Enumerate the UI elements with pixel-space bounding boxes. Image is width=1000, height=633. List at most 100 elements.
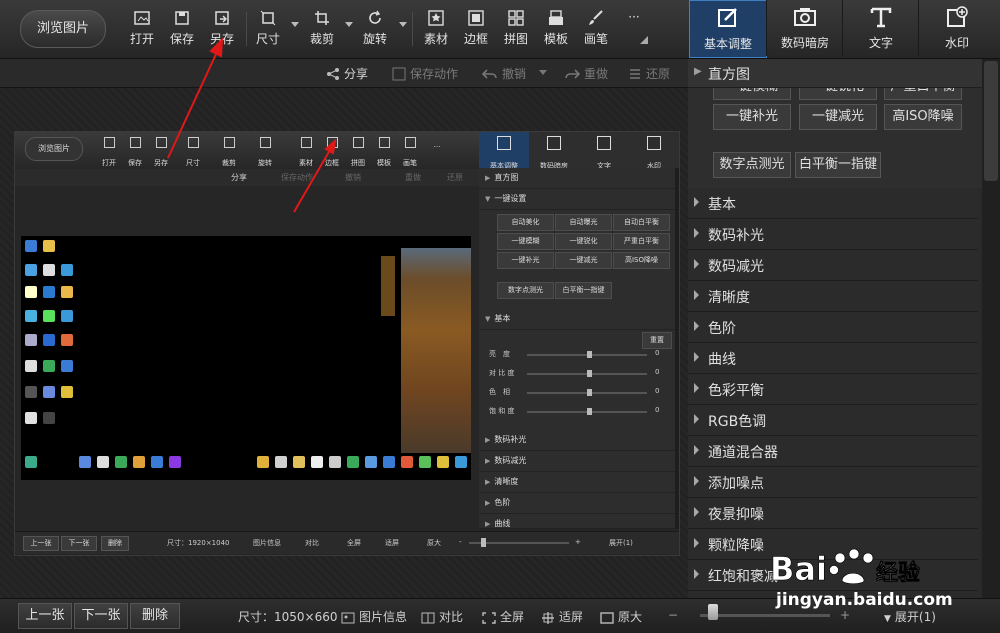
tab-text[interactable]: 文字 xyxy=(842,0,919,56)
inner-tool-open: 打开 xyxy=(97,137,121,169)
section-row[interactable]: 清晰度 xyxy=(688,281,978,312)
batch-save-icon xyxy=(392,67,406,81)
undo-button[interactable]: 撤销 xyxy=(481,65,526,82)
inner-tool-border: 边框 xyxy=(320,137,344,169)
tab-darkroom[interactable]: 数码暗房 xyxy=(766,0,843,56)
section-row[interactable]: 数码补光 xyxy=(688,219,978,250)
inner-blur: 一键模糊 xyxy=(497,233,554,250)
desktop-icon xyxy=(169,456,181,468)
inner-tool-crop: 裁剪 xyxy=(217,137,241,169)
rotate-button[interactable]: 旋转 xyxy=(358,8,392,52)
basic-adjust-icon xyxy=(497,136,511,150)
severe-wb-button[interactable]: 严重白平衡 xyxy=(884,88,962,100)
more-icon: ··· xyxy=(628,10,640,24)
inner-section-row: ▶ 色阶 xyxy=(479,493,675,514)
zoom-slider-knob[interactable] xyxy=(708,604,718,620)
inner-basic-row: ▼ 基本 xyxy=(479,309,675,330)
one-key-reduce-light-button[interactable]: 一键减光 xyxy=(799,104,877,130)
original-size-button[interactable]: 原大 xyxy=(600,608,642,625)
desktop-icon xyxy=(43,264,55,276)
inner-redo: 重做 xyxy=(405,173,421,182)
desktop-icon xyxy=(329,456,341,468)
compare-button[interactable]: 对比 xyxy=(421,608,463,625)
section-row[interactable]: RGB色调 xyxy=(688,405,978,436)
inner-auto-exposure: 自动曝光 xyxy=(555,214,612,231)
tab-watermark[interactable]: 水印 xyxy=(918,0,995,56)
panel-scrollbar[interactable] xyxy=(982,59,1000,598)
section-row[interactable]: 曲线 xyxy=(688,343,978,374)
desktop-icon xyxy=(25,386,37,398)
undo-dropdown-caret[interactable] xyxy=(539,70,547,75)
section-row[interactable]: 数码减光 xyxy=(688,250,978,281)
share-button[interactable]: 分享 xyxy=(326,65,368,82)
desktop-icon xyxy=(25,412,37,424)
material-button[interactable]: 素材 xyxy=(419,8,453,52)
open-button[interactable]: 打开 xyxy=(125,8,159,52)
inner-undo: 撤销 xyxy=(345,173,361,182)
next-image-button[interactable]: 下一张 xyxy=(74,603,128,629)
inner-slider-label: 对 比 度 xyxy=(489,369,515,377)
section-row[interactable]: 色彩平衡 xyxy=(688,374,978,405)
inner-slider-label: 饱 和 度 xyxy=(489,407,515,415)
delete-button[interactable]: 删除 xyxy=(130,603,180,629)
embedded-screenshot: 浏览图片 打开 保存 另存 尺寸 裁剪 旋转 素材 边框 拼图 模板 画笔 ··… xyxy=(14,131,680,556)
expand-arrow-icon xyxy=(694,228,699,238)
inner-tool-rotate: 旋转 xyxy=(253,137,277,169)
template-button[interactable]: 模板 xyxy=(539,8,573,52)
restore-icon xyxy=(630,69,640,79)
section-row[interactable]: 夜景抑噪 xyxy=(688,498,978,529)
collage-icon xyxy=(508,10,524,26)
brush-button[interactable]: 画笔 xyxy=(579,8,613,52)
inner-zoom-knob xyxy=(481,538,486,547)
inner-compare: 对比 xyxy=(305,539,319,547)
zoom-out-button[interactable]: − xyxy=(668,608,678,622)
inner-adjust-panel: ▶ 直方图 ▼ 一键设置 自动美化 自动曝光 自动白平衡 一键模糊 一键锐化 严重白… xyxy=(479,168,679,529)
one-key-fill-light-button[interactable]: 一键补光 xyxy=(713,104,791,130)
desktop-icon xyxy=(275,456,287,468)
histogram-section-header[interactable]: ▶ 直方图 xyxy=(688,59,988,88)
inner-tool-collage: 拼图 xyxy=(346,137,370,169)
restore-button[interactable]: 还原 xyxy=(628,65,670,82)
save-button[interactable]: 保存 xyxy=(165,8,199,52)
one-key-sharpen-button[interactable]: 一键锐化 xyxy=(799,88,877,100)
desktop-icon xyxy=(25,456,37,468)
inner-slider-knob xyxy=(587,408,592,415)
white-balance-one-click-button[interactable]: 白平衡一指键 xyxy=(795,152,881,178)
crop-button[interactable]: 裁剪 xyxy=(305,8,339,52)
image-info-button[interactable]: 图片信息 xyxy=(341,608,407,625)
desktop-icon xyxy=(133,456,145,468)
border-button[interactable]: 边框 xyxy=(459,8,493,52)
more-button[interactable]: ··· xyxy=(617,8,651,52)
batch-save-button[interactable]: 保存动作 xyxy=(392,65,458,82)
redo-button[interactable]: 重做 xyxy=(564,65,608,82)
expand-arrow-icon xyxy=(694,383,699,393)
border-icon xyxy=(468,10,484,26)
resize-dropdown-caret[interactable] xyxy=(291,22,299,27)
tab-basic-adjust[interactable]: 基本调整 xyxy=(689,0,767,58)
expand-corner-icon[interactable] xyxy=(640,36,648,44)
section-row[interactable]: 基本 xyxy=(688,188,978,219)
fullscreen-button[interactable]: 全屏 xyxy=(482,608,524,625)
browse-images-button[interactable]: 浏览图片 xyxy=(20,10,106,48)
inner-batch: 保存动作 xyxy=(281,173,313,182)
section-row[interactable]: 添加噪点 xyxy=(688,467,978,498)
fit-screen-icon xyxy=(542,612,554,624)
fit-screen-button[interactable]: 适屏 xyxy=(541,608,583,625)
desktop-icon xyxy=(25,310,37,322)
resize-button[interactable]: 尺寸 xyxy=(251,8,285,52)
one-key-blur-button[interactable]: 一键模糊 xyxy=(713,88,791,100)
crop-dropdown-caret[interactable] xyxy=(345,22,353,27)
phone-game-screenshot xyxy=(401,248,471,453)
section-row[interactable]: 色阶 xyxy=(688,312,978,343)
high-iso-denoise-button[interactable]: 高ISO降噪 xyxy=(884,104,962,130)
desktop-icon xyxy=(61,286,73,298)
save-as-button[interactable]: 另存 xyxy=(205,8,239,52)
section-row[interactable]: 通道混合器 xyxy=(688,436,978,467)
prev-image-button[interactable]: 上一张 xyxy=(18,603,72,629)
rotate-dropdown-caret[interactable] xyxy=(399,22,407,27)
inner-slider xyxy=(527,408,647,415)
spot-metering-button[interactable]: 数字点测光 xyxy=(713,152,791,178)
collage-button[interactable]: 拼图 xyxy=(499,8,533,52)
border-icon xyxy=(326,137,338,148)
panel-scroll-thumb[interactable] xyxy=(984,61,998,181)
